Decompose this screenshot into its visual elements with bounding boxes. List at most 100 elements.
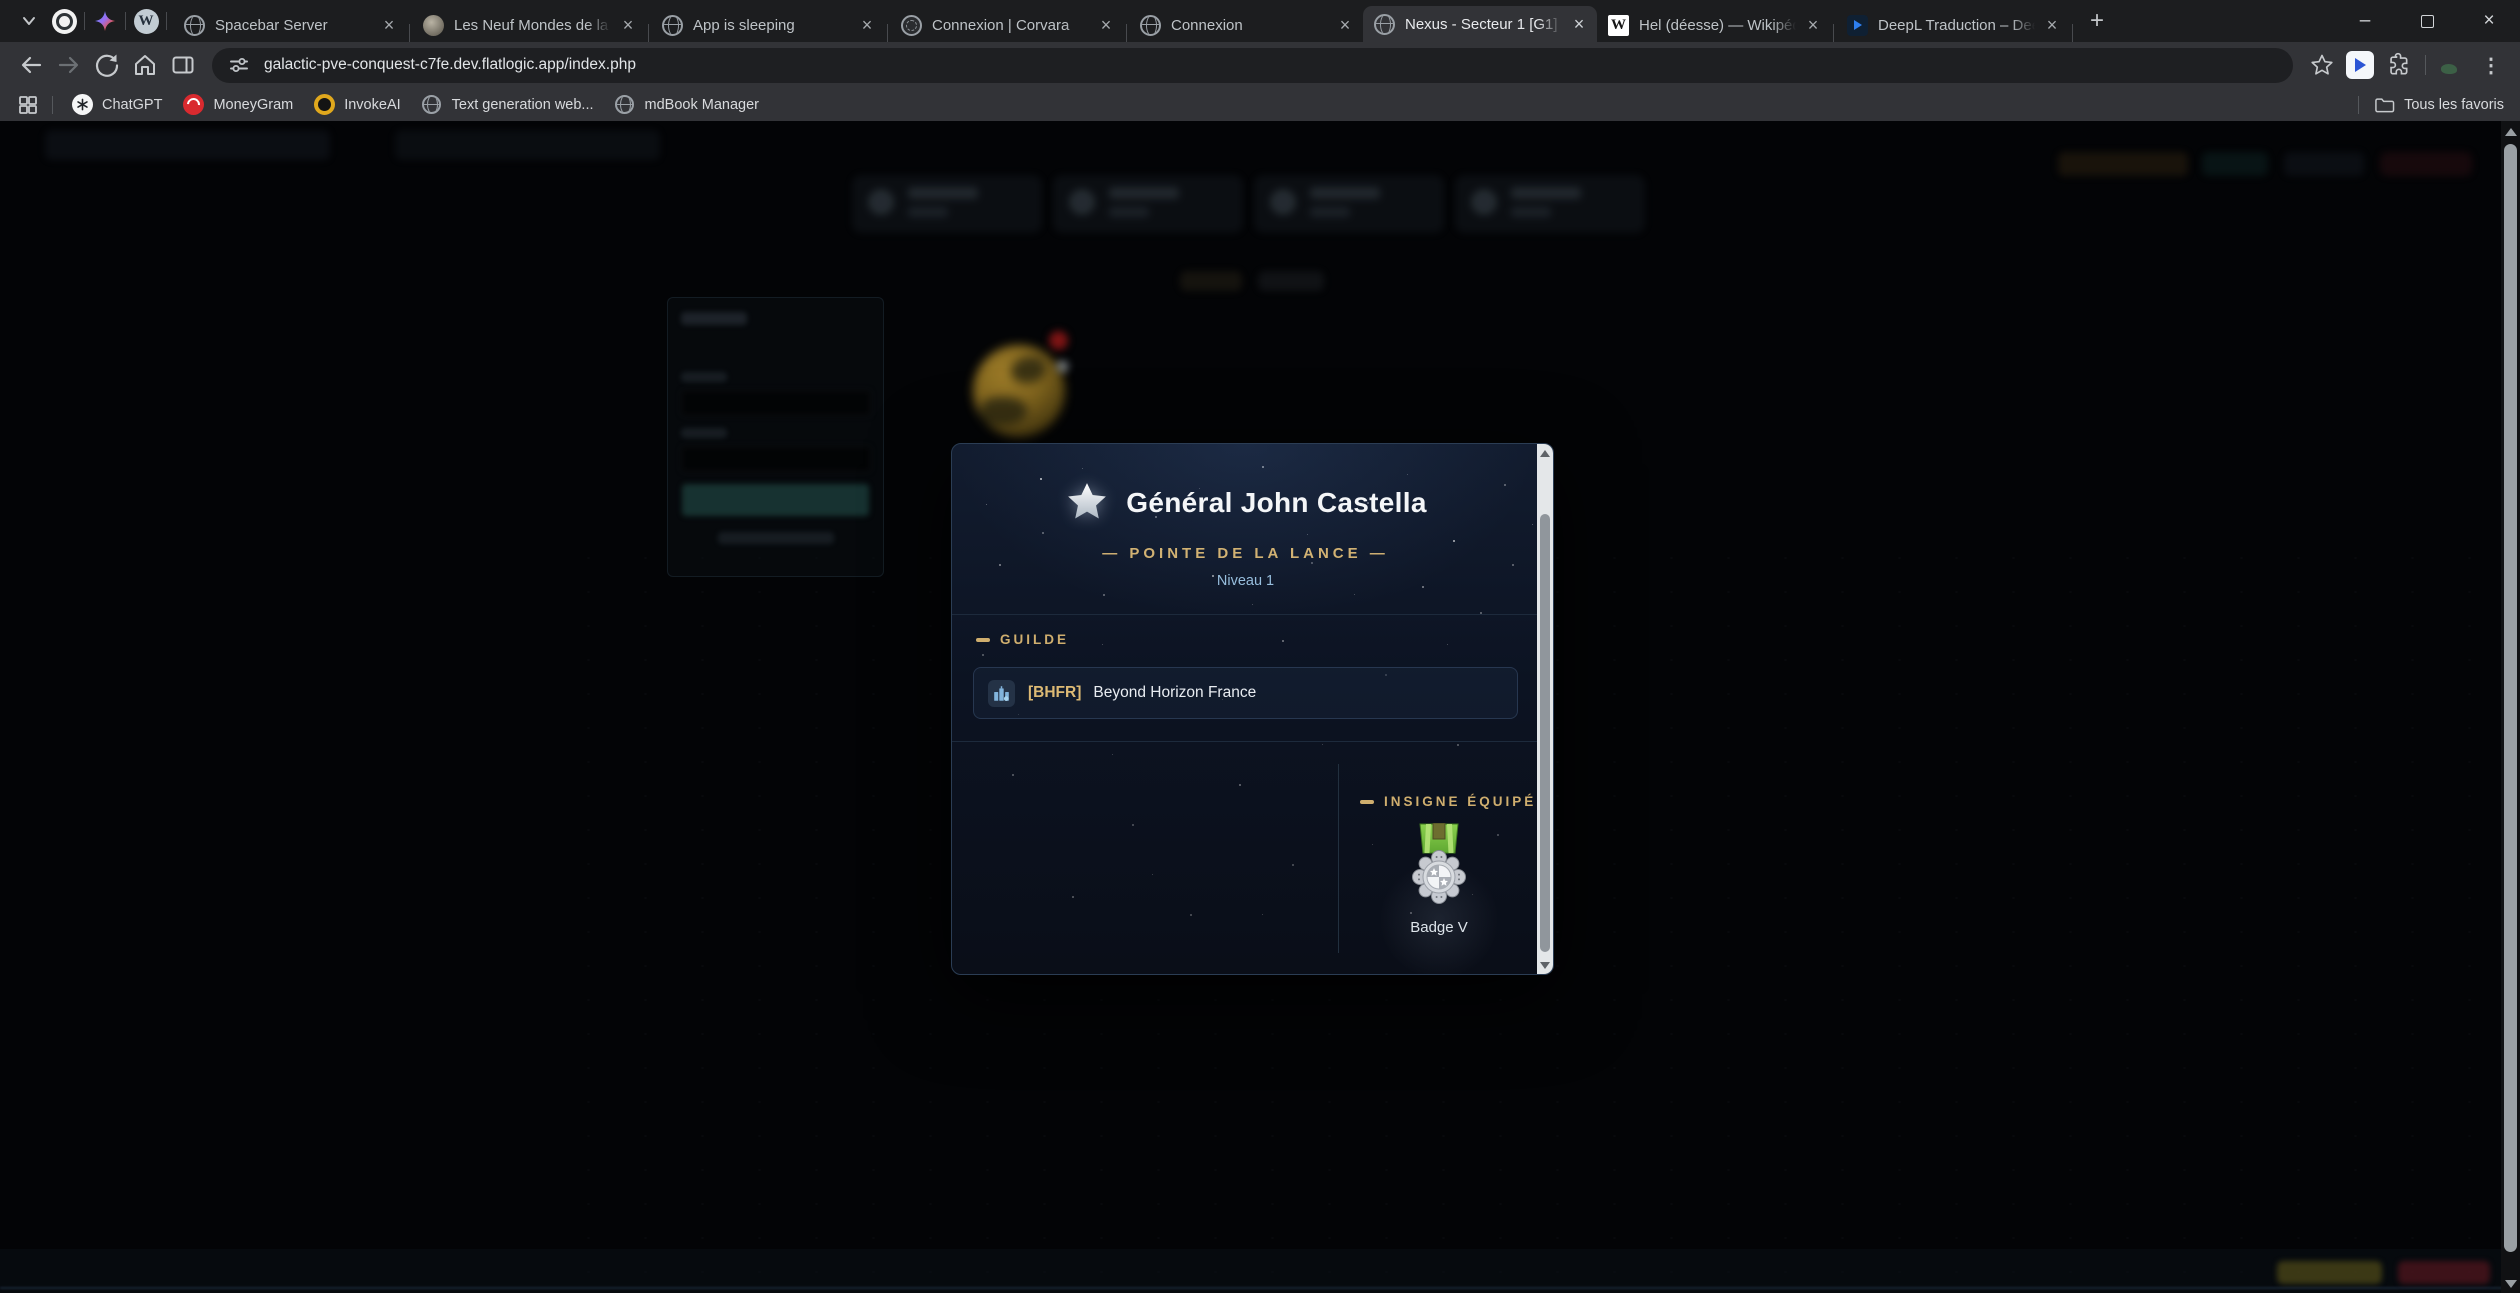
dimmed-nav-item (2284, 152, 2364, 176)
tab-close-icon[interactable]: × (1801, 13, 1825, 37)
dimmed-header-item (395, 130, 660, 160)
maximize-button[interactable] (2396, 0, 2458, 42)
invokeai-icon (313, 94, 335, 116)
bookmark-text-generation[interactable]: Text generation web... (411, 92, 604, 118)
guild-tag: [BHFR] (1028, 684, 1081, 702)
browser-menu-button[interactable]: ⋮ (2472, 46, 2510, 84)
scroll-up-icon[interactable] (2504, 125, 2517, 138)
dimmed-field-label (681, 372, 727, 382)
bookmark-mdbook-manager[interactable]: mdBook Manager (604, 92, 769, 118)
tab-connexion-corvara[interactable]: Connexion | Corvara × (890, 8, 1124, 42)
toolbar-right-cluster: ⋮ (2303, 46, 2510, 84)
bookmark-star-button[interactable] (2303, 46, 2341, 84)
tab-separator (84, 12, 85, 30)
pinned-tab-gemini[interactable] (87, 3, 123, 39)
tab-strip: W Spacebar Server × Les Neuf Mondes de l… (0, 0, 2520, 42)
gold-dash-icon (976, 638, 990, 642)
bookmarks-separator (52, 96, 53, 114)
wikipedia-icon: W (1607, 14, 1630, 37)
corvara-icon (900, 14, 923, 37)
dimmed-submit-button (682, 484, 869, 516)
deepl-extension-icon (2346, 51, 2374, 79)
tab-spacebar-server[interactable]: Spacebar Server × (173, 8, 407, 42)
tab-close-icon[interactable]: × (1094, 13, 1118, 37)
tab-close-icon[interactable]: × (377, 13, 401, 37)
tab-separator (125, 12, 126, 30)
tab-separator (648, 24, 649, 42)
back-button[interactable] (12, 46, 50, 84)
tab-deepl[interactable]: DeepL Traduction – DeepL Trans × (1836, 8, 2070, 42)
guild-section: GUILDE (952, 615, 1539, 647)
tab-close-icon[interactable]: × (2040, 13, 2064, 37)
tab-app-is-sleeping[interactable]: App is sleeping × (651, 8, 885, 42)
badge-glow (1379, 860, 1499, 975)
tab-search-button[interactable] (12, 4, 46, 38)
globe-icon (661, 14, 684, 37)
dimmed-resource-card (852, 175, 1042, 233)
bookmarks-bar: ChatGPT MoneyGram InvokeAI Text generati… (0, 88, 2520, 121)
badge-section-label: INSIGNE ÉQUIPÉ (1360, 794, 1539, 809)
scroll-down-icon[interactable] (2504, 1277, 2517, 1290)
pinned-tab-app-logo[interactable] (46, 3, 82, 39)
folder-icon (2373, 94, 2395, 116)
apps-button[interactable] (12, 91, 44, 119)
tab-connexion[interactable]: Connexion × (1129, 8, 1363, 42)
modal-scrollbar-thumb[interactable] (1540, 514, 1550, 952)
dimmed-footer-border (0, 1287, 2520, 1289)
home-icon (131, 51, 159, 79)
close-window-button[interactable]: × (2458, 0, 2520, 42)
tab-nexus-secteur-1-active[interactable]: Nexus - Secteur 1 [G1] × (1363, 6, 1597, 42)
dimmed-moon (1056, 360, 1069, 373)
url-text[interactable]: galactic-pve-conquest-c7fe.dev.flatlogic… (264, 56, 636, 74)
scroll-down-icon[interactable] (1539, 959, 1551, 971)
avatar (2438, 50, 2468, 80)
rank-banner: — POINTE DE LA LANCE — (952, 545, 1539, 562)
new-tab-button[interactable]: + (2081, 5, 2113, 37)
pinned-tab-wordpress[interactable]: W (128, 3, 164, 39)
puzzle-icon (2385, 52, 2411, 78)
chevron-down-icon (18, 10, 40, 32)
scroll-up-icon[interactable] (1539, 447, 1551, 459)
gemini-sparkle-icon (93, 9, 117, 33)
side-panel-button[interactable] (164, 46, 202, 84)
reload-button[interactable] (88, 46, 126, 84)
home-button[interactable] (126, 46, 164, 84)
dimmed-link (718, 532, 834, 544)
minimize-button[interactable]: – (2334, 0, 2396, 42)
tab-title: App is sleeping (693, 17, 855, 34)
page-scrollbar-thumb[interactable] (2504, 144, 2517, 1252)
bookmark-invokeai[interactable]: InvokeAI (303, 92, 410, 118)
guild-card[interactable]: [BHFR] Beyond Horizon France (973, 667, 1518, 719)
bookmark-chatgpt[interactable]: ChatGPT (61, 92, 172, 118)
globe-icon (1373, 13, 1396, 36)
player-profile-modal: Général John Castella — POINTE DE LA LAN… (951, 443, 1554, 975)
dimmed-breadcrumb (1180, 271, 1242, 291)
forward-button[interactable] (50, 46, 88, 84)
bookmark-label: MoneyGram (213, 97, 293, 113)
browser-toolbar: galactic-pve-conquest-c7fe.dev.flatlogic… (0, 42, 2520, 88)
site-settings-icon[interactable] (226, 52, 252, 78)
tab-close-icon[interactable]: × (855, 13, 879, 37)
all-bookmarks-button[interactable]: Tous les favoris (2350, 94, 2504, 116)
chatgpt-icon (71, 94, 93, 116)
tab-close-icon[interactable]: × (616, 13, 640, 37)
dimmed-alert-badge (1049, 331, 1068, 350)
dimmed-breadcrumb (1258, 271, 1324, 291)
tab-les-neuf-mondes[interactable]: Les Neuf Mondes de la Mytholo × (412, 8, 646, 42)
tab-close-icon[interactable]: × (1333, 13, 1357, 37)
moneygram-icon (182, 94, 204, 116)
dimmed-form-title (681, 312, 747, 325)
page-scrollbar[interactable] (2501, 121, 2520, 1293)
profile-avatar-button[interactable] (2434, 46, 2472, 84)
tab-close-icon[interactable]: × (1567, 12, 1591, 36)
dimmed-login-form (667, 297, 884, 577)
deepl-extension-button[interactable] (2341, 46, 2379, 84)
tab-hel-wikipedia[interactable]: W Hel (déesse) — Wikipédia × (1597, 8, 1831, 42)
guild-name: Beyond Horizon France (1093, 684, 1256, 702)
extensions-button[interactable] (2379, 46, 2417, 84)
tab-title: Connexion | Corvara (932, 17, 1094, 34)
bookmark-moneygram[interactable]: MoneyGram (172, 92, 303, 118)
dimmed-resource-card (1455, 175, 1645, 233)
address-bar[interactable]: galactic-pve-conquest-c7fe.dev.flatlogic… (212, 48, 2293, 83)
modal-scrollbar[interactable] (1537, 444, 1553, 974)
